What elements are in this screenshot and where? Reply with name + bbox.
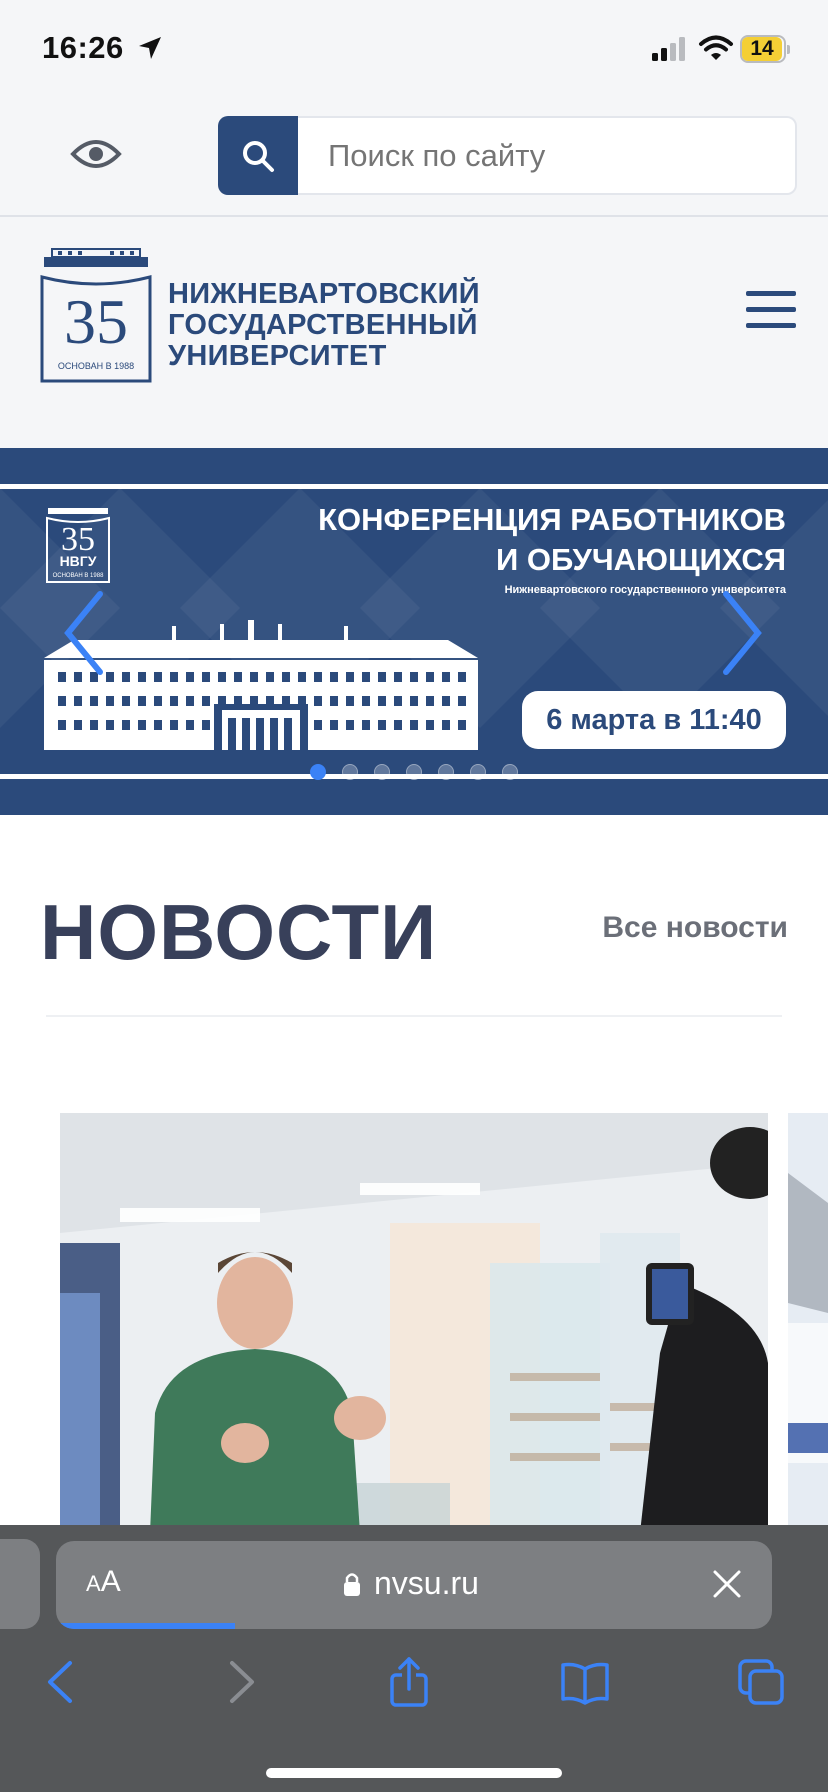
- text-size-large: A: [100, 1565, 121, 1598]
- logo-caption: ОСНОВАН В 1988: [58, 361, 134, 371]
- logo-number: 35: [64, 286, 128, 357]
- banner-title: КОНФЕРЕНЦИЯ РАБОТНИКОВ И ОБУЧАЮЩИХСЯ: [318, 500, 786, 580]
- battery-level: 14: [742, 37, 782, 61]
- menu-icon[interactable]: [746, 291, 796, 331]
- banner-top-line: [0, 484, 828, 489]
- university-name-line2: ГОСУДАРСТВЕННЫЙ: [168, 309, 478, 341]
- url-text[interactable]: nvsu.ru: [374, 1565, 479, 1602]
- back-icon[interactable]: [38, 1657, 88, 1707]
- slider-dot[interactable]: [438, 764, 454, 780]
- slider-dot[interactable]: [310, 764, 326, 780]
- battery-icon: 14: [740, 35, 790, 63]
- slider-dot[interactable]: [342, 764, 358, 780]
- banner-logo-caption: ОСНОВАН В 1988: [53, 573, 104, 579]
- text-size-small: A: [86, 1571, 101, 1596]
- news-photo-next: [788, 1113, 828, 1533]
- hero-slider[interactable]: 35 НВГУ ОСНОВАН В 1988 КОНФЕРЕНЦИЯ РАБОТ…: [0, 448, 828, 815]
- slider-dot[interactable]: [502, 764, 518, 780]
- bookmarks-icon[interactable]: [560, 1657, 610, 1707]
- university-name[interactable]: НИЖНЕВАРТОВСКИЙ ГОСУДАРСТВЕННЫЙ УНИВЕРСИ…: [168, 279, 480, 372]
- news-card-image[interactable]: [60, 1113, 768, 1533]
- all-news-link[interactable]: Все новости: [602, 911, 788, 945]
- news-divider: [46, 1015, 782, 1017]
- wifi-icon: [699, 35, 733, 60]
- share-icon[interactable]: [384, 1657, 434, 1707]
- status-time: 16:26: [42, 30, 124, 65]
- search-button[interactable]: [218, 116, 298, 195]
- university-name-line3: УНИВЕРСИТЕТ: [168, 340, 387, 372]
- news-heading: НОВОСТИ: [40, 888, 438, 976]
- university-name-line1: НИЖНЕВАРТОВСКИЙ: [168, 278, 480, 310]
- cellular-signal-icon: [652, 37, 685, 61]
- search-icon: [243, 141, 274, 172]
- slider-dot[interactable]: [374, 764, 390, 780]
- university-logo[interactable]: 35 ОСНОВАН В 1988: [38, 247, 154, 389]
- banner-title-line2: И ОБУЧАЮЩИХСЯ: [496, 542, 786, 577]
- eye-icon[interactable]: [70, 136, 122, 172]
- previous-tab-preview[interactable]: [0, 1539, 40, 1629]
- status-bar: 16:26 14: [0, 0, 828, 100]
- address-bar[interactable]: AA nvsu.ru: [56, 1541, 772, 1629]
- location-arrow-icon: [139, 37, 161, 59]
- lock-icon: [344, 1573, 360, 1596]
- tabs-icon[interactable]: [736, 1657, 786, 1707]
- site-header: 35 ОСНОВАН В 1988 НИЖНЕВАРТОВСКИЙ ГОСУДА…: [0, 219, 828, 448]
- banner-logo: 35 НВГУ ОСНОВАН В 1988: [46, 508, 110, 583]
- search-input[interactable]: [298, 116, 797, 195]
- slider-dot[interactable]: [406, 764, 422, 780]
- news-card-next-image[interactable]: [788, 1113, 828, 1533]
- news-section: НОВОСТИ Все новости: [0, 815, 828, 1533]
- text-size-button[interactable]: AA: [86, 1565, 121, 1599]
- news-photo: [60, 1113, 768, 1533]
- stop-loading-icon[interactable]: [712, 1569, 742, 1599]
- banner-logo-abbr: НВГУ: [60, 553, 97, 569]
- slider-next-arrow-icon[interactable]: [716, 588, 766, 678]
- banner-title-line1: КОНФЕРЕНЦИЯ РАБОТНИКОВ: [318, 502, 786, 537]
- browser-toolbar: AA nvsu.ru: [0, 1525, 828, 1792]
- slider-dots[interactable]: [310, 764, 518, 780]
- home-indicator[interactable]: [266, 1768, 562, 1778]
- slider-dot[interactable]: [470, 764, 486, 780]
- top-toolbar: [0, 100, 828, 217]
- slider-prev-arrow-icon[interactable]: [60, 588, 110, 678]
- banner-date: 6 марта в 11:40: [522, 691, 786, 749]
- page-load-progress: [56, 1623, 235, 1629]
- forward-icon[interactable]: [214, 1657, 264, 1707]
